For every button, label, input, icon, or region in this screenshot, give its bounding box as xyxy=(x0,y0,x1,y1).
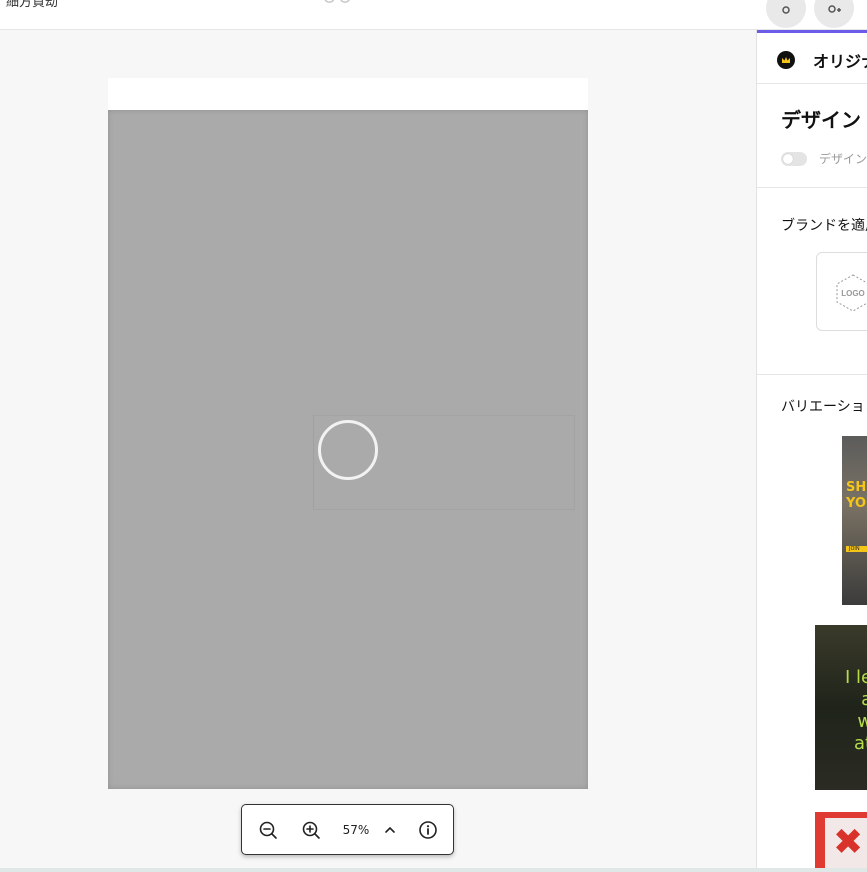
variation-thumbnail[interactable]: SHO YOU JOIN xyxy=(842,436,867,605)
add-user-button[interactable] xyxy=(814,0,854,28)
top-bar: 細方賀劫 ↺↻ xyxy=(0,0,867,30)
info-icon xyxy=(419,820,437,839)
share-button[interactable] xyxy=(766,0,806,28)
divider xyxy=(757,83,867,84)
variation-thumbnail[interactable]: I le a w at xyxy=(815,625,867,790)
info-button[interactable] xyxy=(416,818,440,842)
bottom-edge xyxy=(0,868,867,872)
canvas-area: 57% xyxy=(0,30,756,868)
zoom-in-button[interactable] xyxy=(299,818,323,842)
divider xyxy=(757,187,867,188)
divider xyxy=(757,374,867,375)
design-toggle-label: デザイン xyxy=(819,152,867,166)
zoom-level[interactable]: 57% xyxy=(336,823,376,837)
brand-logo-card[interactable]: LOGO xyxy=(816,252,867,331)
design-toggle[interactable] xyxy=(781,151,807,166)
crown-icon xyxy=(777,51,795,69)
design-section-title: デザイン xyxy=(781,108,861,132)
brand-section-title: ブランドを適用 xyxy=(781,218,867,234)
zoom-out-icon xyxy=(259,821,277,839)
document-title[interactable]: 細方賀劫 xyxy=(6,0,58,10)
chevron-up-icon xyxy=(385,826,395,833)
undo-icon[interactable]: ↺↻ xyxy=(322,0,352,9)
variation-thumbnail[interactable]: ✖ xyxy=(815,812,867,868)
premium-label: オリジナル xyxy=(813,52,867,71)
loading-spinner xyxy=(318,420,378,480)
design-page[interactable] xyxy=(108,110,588,789)
right-panel: オリジナル デザイン デザイン ブランドを適用 LOGO バリエーション SHO… xyxy=(756,30,867,868)
zoom-toolbar: 57% xyxy=(241,804,454,855)
add-user-icon xyxy=(828,5,841,13)
variations-section-title: バリエーション xyxy=(781,399,867,415)
thumbnail-small-text: JOIN xyxy=(849,546,860,552)
zoom-out-button[interactable] xyxy=(256,818,280,842)
logo-text: LOGO xyxy=(841,289,865,298)
thumbnail-text: SHO YOU xyxy=(846,480,867,511)
logo-placeholder-icon: LOGO xyxy=(836,274,867,312)
panel-accent-bar xyxy=(757,30,867,33)
zoom-in-icon xyxy=(302,821,320,839)
design-toggle-row[interactable]: デザイン xyxy=(781,150,867,167)
thumbnail-text: I le a w at xyxy=(845,667,867,754)
thumbnail-mark: ✖ xyxy=(833,822,864,863)
previous-page-edge[interactable] xyxy=(108,78,588,110)
premium-tab[interactable]: オリジナル xyxy=(777,48,867,72)
zoom-presets-button[interactable] xyxy=(378,818,402,842)
share-icon xyxy=(782,6,790,14)
